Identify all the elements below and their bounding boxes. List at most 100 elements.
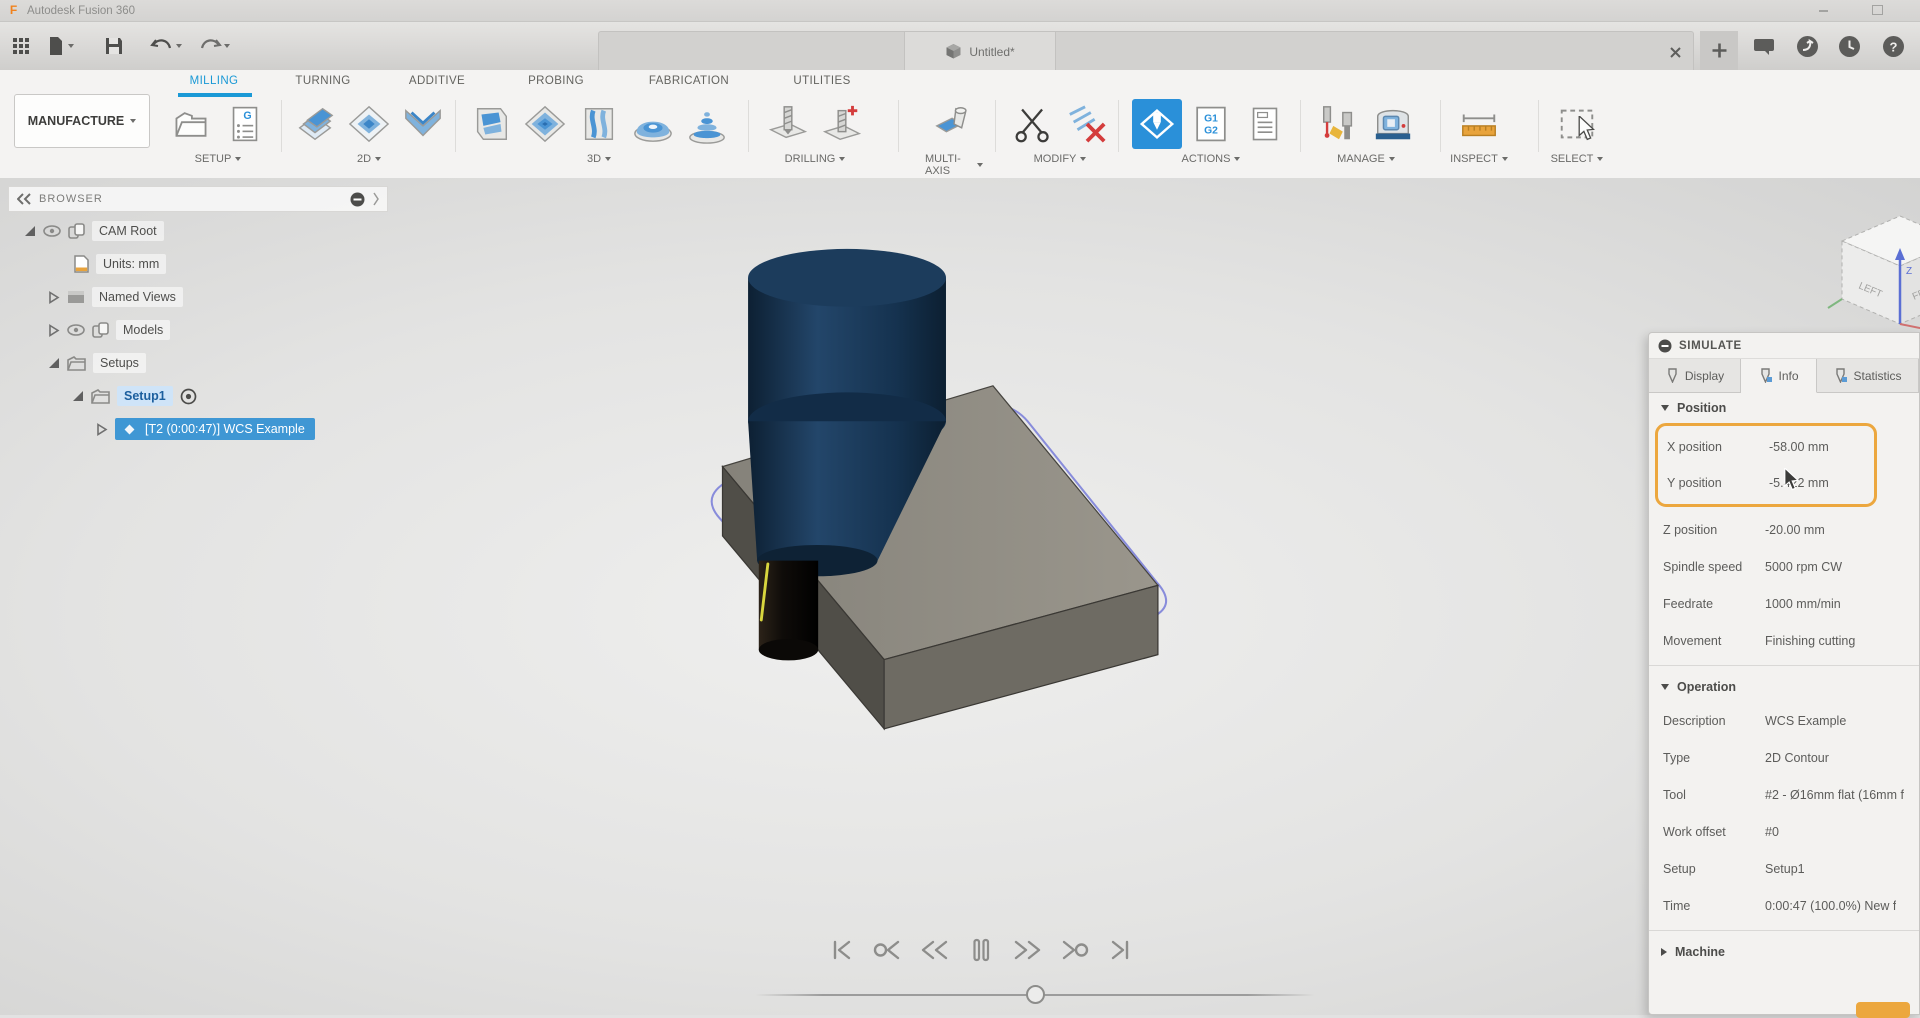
panel-collapse-icon[interactable] bbox=[1658, 339, 1672, 353]
tree-item-units[interactable]: Units: mm bbox=[8, 251, 388, 277]
group-manage-dropdown[interactable]: MANAGE bbox=[1337, 153, 1395, 165]
tab-fabrication[interactable]: FABRICATION bbox=[649, 75, 729, 87]
tab-statistics[interactable]: Statistics bbox=[1817, 359, 1919, 392]
setup-sheet-button[interactable] bbox=[1240, 99, 1290, 149]
group-3d-dropdown[interactable]: 3D bbox=[587, 153, 611, 165]
group-2d-dropdown[interactable]: 2D bbox=[357, 153, 381, 165]
skip-to-start-icon bbox=[822, 932, 858, 968]
close-tab-button[interactable] bbox=[1663, 40, 1687, 64]
group-select-dropdown[interactable]: SELECT bbox=[1551, 153, 1604, 165]
job-status-button[interactable] bbox=[1794, 33, 1821, 60]
3d-pocket-button[interactable] bbox=[520, 99, 570, 149]
undo-button[interactable] bbox=[150, 32, 182, 60]
visibility-eye-icon[interactable] bbox=[43, 225, 61, 237]
new-setup-button[interactable] bbox=[166, 99, 216, 149]
tab-info[interactable]: Info bbox=[1741, 359, 1817, 393]
tree-item-named-views[interactable]: Named Views bbox=[8, 284, 388, 310]
tab-display[interactable]: Display bbox=[1649, 359, 1741, 392]
simulate-button[interactable] bbox=[1132, 99, 1182, 149]
tree-item-setups[interactable]: Setups bbox=[8, 350, 388, 376]
group-drilling-dropdown[interactable]: DRILLING bbox=[785, 153, 846, 165]
2d-adaptive-button[interactable] bbox=[290, 99, 340, 149]
save-button[interactable] bbox=[104, 32, 124, 60]
generate-gcode-button[interactable]: G bbox=[220, 99, 270, 149]
feedback-button[interactable] bbox=[1750, 33, 1777, 60]
collapsed-arrow-icon[interactable] bbox=[48, 324, 60, 337]
delete-toolpath-button[interactable] bbox=[1062, 99, 1112, 149]
viewcube[interactable]: TOP LEFT FRONT Z bbox=[1822, 196, 1920, 351]
tab-milling[interactable]: MILLING bbox=[190, 75, 239, 87]
tab-utilities[interactable]: UTILITIES bbox=[793, 75, 850, 87]
tab-turning[interactable]: TURNING bbox=[295, 75, 350, 87]
post-g2-glyph: G2 bbox=[1204, 126, 1218, 137]
named-views-icon bbox=[67, 290, 85, 304]
drill-add-icon bbox=[821, 103, 863, 145]
multiaxis-button[interactable] bbox=[929, 99, 979, 149]
active-setup-radio-icon[interactable] bbox=[180, 388, 197, 405]
tool-library-button[interactable] bbox=[1314, 99, 1364, 149]
2d-pocket-button[interactable] bbox=[344, 99, 394, 149]
expanded-arrow-icon[interactable] bbox=[24, 225, 36, 237]
gcode-g-glyph: G bbox=[243, 110, 251, 122]
group-inspect-dropdown[interactable]: INSPECT bbox=[1450, 153, 1508, 165]
tree-item-cam-root[interactable]: CAM Root bbox=[8, 218, 388, 244]
trim-toolpath-button[interactable] bbox=[1008, 99, 1058, 149]
pause-button[interactable] bbox=[962, 930, 1000, 970]
group-multiaxis-dropdown[interactable]: MULTI-AXIS bbox=[925, 153, 983, 177]
redo-button[interactable] bbox=[198, 32, 230, 60]
expanded-arrow-icon[interactable] bbox=[72, 390, 84, 402]
tab-additive[interactable]: ADDITIVE bbox=[409, 75, 465, 87]
app-grid-button[interactable] bbox=[10, 32, 32, 60]
group-separator bbox=[1538, 100, 1539, 152]
measure-button[interactable] bbox=[1454, 99, 1504, 149]
document-tab[interactable]: Untitled* bbox=[904, 32, 1056, 71]
position-section-header[interactable]: Position bbox=[1649, 393, 1919, 423]
3d-flow-button[interactable] bbox=[574, 99, 624, 149]
timeline-slider-handle[interactable] bbox=[1026, 985, 1045, 1004]
skip-to-end-button[interactable] bbox=[1103, 930, 1141, 970]
operation-section-header[interactable]: Operation bbox=[1649, 672, 1919, 702]
workspace-selector[interactable]: MANUFACTURE bbox=[14, 94, 150, 148]
group-2d: 2D bbox=[286, 98, 452, 165]
group-setup-dropdown[interactable]: SETUP bbox=[195, 153, 242, 165]
minimize-button-icon[interactable] bbox=[1810, 4, 1836, 18]
document-cube-icon bbox=[945, 43, 962, 60]
3d-adaptive-button[interactable] bbox=[466, 99, 516, 149]
clock-icon bbox=[1837, 34, 1862, 59]
maximize-button-icon[interactable] bbox=[1864, 4, 1890, 18]
help-button[interactable]: ? bbox=[1880, 33, 1907, 60]
collapse-browser-icon[interactable] bbox=[17, 193, 31, 205]
group-3d-caret-icon bbox=[605, 157, 611, 161]
collapsed-arrow-icon[interactable] bbox=[96, 423, 108, 436]
drill-button[interactable] bbox=[763, 99, 813, 149]
expanded-arrow-icon[interactable] bbox=[48, 357, 60, 369]
browser-filter-icon[interactable] bbox=[350, 192, 365, 207]
drill-add-button[interactable] bbox=[817, 99, 867, 149]
play-backward-button[interactable] bbox=[915, 930, 953, 970]
2d-contour-button[interactable] bbox=[398, 99, 448, 149]
group-modify-dropdown[interactable]: MODIFY bbox=[1034, 153, 1087, 165]
collapsed-arrow-icon[interactable] bbox=[48, 291, 60, 304]
notifications-button[interactable] bbox=[1836, 33, 1863, 60]
tree-item-setup1[interactable]: Setup1 bbox=[8, 383, 388, 409]
3d-spiral-button[interactable] bbox=[682, 99, 732, 149]
group-separator bbox=[281, 100, 282, 152]
file-menu-button[interactable] bbox=[46, 32, 74, 60]
tree-item-operation-t2[interactable]: [T2 (0:00:47)] WCS Example bbox=[8, 416, 388, 442]
tree-item-models[interactable]: Models bbox=[8, 317, 388, 343]
skip-to-start-button[interactable] bbox=[821, 930, 859, 970]
post-process-button[interactable]: G1 G2 bbox=[1186, 99, 1236, 149]
simulate-header[interactable]: SIMULATE bbox=[1649, 333, 1919, 359]
visibility-eye-icon[interactable] bbox=[67, 324, 85, 336]
play-forward-button[interactable] bbox=[1009, 930, 1047, 970]
group-actions-dropdown[interactable]: ACTIONS bbox=[1182, 153, 1241, 165]
machine-section-header[interactable]: Machine bbox=[1649, 937, 1919, 967]
tab-probing[interactable]: PROBING bbox=[528, 75, 584, 87]
3d-scallop-button[interactable] bbox=[628, 99, 678, 149]
new-tab-button[interactable] bbox=[1700, 31, 1738, 70]
active-tab-underline bbox=[178, 93, 252, 97]
browser-resize-handle-icon[interactable] bbox=[373, 192, 379, 206]
next-operation-button[interactable] bbox=[1056, 930, 1094, 970]
machine-library-button[interactable] bbox=[1368, 99, 1418, 149]
previous-operation-button[interactable] bbox=[868, 930, 906, 970]
